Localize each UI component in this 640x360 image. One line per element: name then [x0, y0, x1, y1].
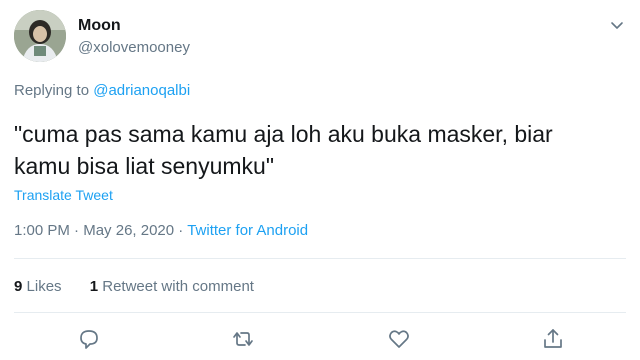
retweet-icon[interactable]: [230, 326, 256, 352]
tweet-source[interactable]: Twitter for Android: [187, 222, 308, 239]
reply-to-link[interactable]: @adrianoqalbi: [93, 82, 190, 99]
tweet-header: Moon @xolovemooney: [14, 10, 626, 62]
tweet-meta: 1:00 PM · May 26, 2020 · Twitter for And…: [14, 222, 308, 239]
retweets-count: 1: [89, 278, 99, 295]
retweets-label: Retweet with comment: [102, 278, 254, 295]
reply-context: Replying to @adrianoqalbi: [14, 82, 190, 99]
tweet-actions: [0, 326, 640, 354]
user-info[interactable]: Moon @xolovemooney: [78, 16, 190, 58]
likes-count: 9: [14, 278, 23, 295]
divider: [14, 312, 626, 313]
tweet-text: "cuma pas sama kamu aja loh aku buka mas…: [14, 121, 553, 179]
likes-stat[interactable]: 9 Likes: [14, 278, 62, 295]
retweets-stat[interactable]: 1 Retweet with comment: [90, 278, 254, 295]
divider: [14, 258, 626, 259]
heart-icon[interactable]: [386, 326, 412, 352]
tweet-stats: 9 Likes 1 Retweet with comment: [14, 278, 278, 295]
user-handle[interactable]: @xolovemooney: [78, 38, 190, 58]
reply-icon[interactable]: [76, 326, 102, 352]
avatar[interactable]: [14, 10, 66, 62]
translate-tweet-link[interactable]: Translate Tweet: [14, 187, 113, 203]
tweet-date[interactable]: May 26, 2020: [83, 222, 174, 239]
display-name[interactable]: Moon: [78, 16, 190, 36]
reply-prefix: Replying to: [14, 82, 90, 99]
meta-separator: ·: [178, 222, 184, 239]
tweet-time[interactable]: 1:00 PM: [14, 222, 70, 239]
meta-separator: ·: [74, 222, 80, 239]
chevron-down-icon[interactable]: [608, 16, 626, 34]
share-icon[interactable]: [540, 326, 566, 352]
likes-label: Likes: [26, 278, 62, 295]
